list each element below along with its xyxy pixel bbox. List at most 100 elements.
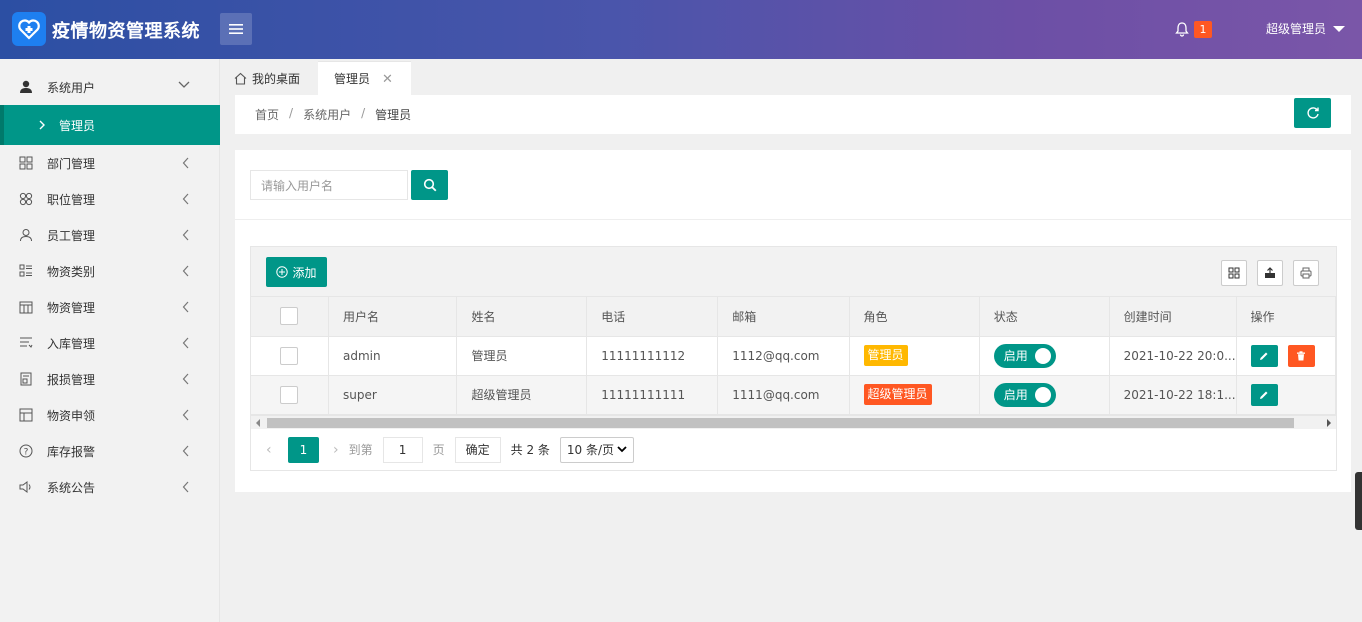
tab-admin-label: 管理员 [334,72,371,86]
list-icon [18,335,34,351]
side-drawer-handle[interactable] [1355,472,1362,530]
cell-created: 2021-10-22 20:0... [1109,336,1237,376]
bell-icon[interactable] [1174,21,1190,37]
chevron-down-icon [178,81,190,88]
document-icon [18,371,34,387]
sidebar-item-material-requests[interactable]: 物资申领 [0,397,220,433]
status-toggle[interactable]: 启用 [993,343,1056,368]
delete-button[interactable] [1287,344,1315,367]
chevron-left-icon [182,481,189,493]
sidebar-item-label: 物资类别 [47,264,96,279]
chevron-left-icon [182,445,189,457]
home-icon [234,72,247,85]
chevron-right-icon [39,120,45,130]
print-button[interactable] [1293,260,1319,286]
cell-phone: 11111111111 [586,375,719,415]
column-header[interactable]: 电话 [586,297,719,337]
row-checkbox[interactable] [280,346,299,365]
sidebar-item-positions[interactable]: 职位管理 [0,181,220,217]
sidebar-item-announcements[interactable]: 系统公告 [0,469,220,505]
toggle-knob [1034,347,1051,364]
user-menu[interactable]: 超级管理员 [1266,20,1346,37]
trash-icon [1297,350,1306,360]
sidebar-item-label: 部门管理 [47,156,96,171]
sidebar-item-employees[interactable]: 员工管理 [0,217,220,253]
next-page-icon[interactable]: › [333,442,339,458]
cell-role: 超级管理员 [849,375,980,415]
export-button[interactable] [1257,260,1283,286]
column-header[interactable]: 邮箱 [717,297,850,337]
column-header[interactable]: 状态 [979,297,1110,337]
goto-page-input[interactable]: 1 [382,436,423,463]
list-grid-icon [18,263,34,279]
user-table-container: 添加 用户名 姓名 电话 邮箱 角色 状态 创建时间 操作 admin 管理员 … [250,246,1337,471]
sidebar-item-materials[interactable]: 物资管理 [0,289,220,325]
sidebar-item-label: 系统公告 [47,480,96,495]
table-row: super 超级管理员 11111111111 1111@qq.com 超级管理… [251,375,1337,415]
current-page-button[interactable]: 1 [288,436,319,463]
refresh-button[interactable] [1294,98,1331,128]
role-badge: 超级管理员 [863,384,932,405]
sidebar-item-label: 员工管理 [47,228,96,243]
cell-name: 超级管理员 [456,375,588,415]
cell-role: 管理员 [849,336,980,376]
columns-filter-button[interactable] [1221,260,1247,286]
sidebar-item-material-categories[interactable]: 物资类别 [0,253,220,289]
cell-email: 1112@qq.com [717,336,850,376]
cell-username: super [328,375,458,415]
question-icon: ? [18,443,34,459]
scroll-right-arrow-icon[interactable] [1327,419,1331,427]
sidebar-item-label: 报损管理 [47,372,96,387]
chevron-left-icon [182,265,189,277]
sidebar-subitem-label: 管理员 [59,118,96,133]
scroll-thumb[interactable] [267,418,1294,428]
chevron-left-icon [182,409,189,421]
edit-button[interactable] [1250,344,1278,367]
sidebar-item-departments[interactable]: 部门管理 [0,145,220,181]
cell-status: 启用 [979,336,1110,376]
horizontal-scrollbar[interactable] [251,415,1336,429]
status-toggle[interactable]: 启用 [993,382,1056,407]
scroll-left-arrow-icon[interactable] [256,419,260,427]
add-button[interactable]: 添加 [266,257,327,287]
tab-home[interactable]: 我的桌面 [234,61,300,95]
chevron-left-icon [182,193,189,205]
person-icon [18,227,34,243]
add-circle-icon [276,266,289,278]
sidebar-subitem-admin[interactable]: 管理员 [0,105,220,145]
cell-username: admin [328,336,458,376]
breadcrumb-system-users[interactable]: 系统用户 [303,106,351,123]
sidebar-item-stock-in[interactable]: 入库管理 [0,325,220,361]
sidebar-item-system-users[interactable]: 系统用户 [0,69,220,105]
row-checkbox[interactable] [280,385,299,404]
search-input[interactable]: 请输入用户名 [250,170,408,200]
chevron-left-icon [182,301,189,313]
close-icon[interactable]: ✕ [382,72,393,87]
speaker-icon [18,479,34,495]
search-button[interactable] [411,170,448,200]
chevron-left-icon [182,229,189,241]
app-title: 疫情物资管理系统 [52,21,200,42]
select-all-cell [251,297,329,337]
edit-button[interactable] [1250,383,1278,406]
column-header[interactable]: 创建时间 [1109,297,1237,337]
page-size-select[interactable]: 10 条/页 [559,436,634,463]
sidebar-item-label: 职位管理 [47,192,96,207]
select-all-checkbox[interactable] [280,307,299,326]
column-header[interactable]: 角色 [849,297,980,337]
menu-toggle-button[interactable] [220,13,252,45]
tab-admin[interactable]: 管理员 ✕ [318,61,411,95]
pagination: ‹ 1 › 到第 1 页 确定 共 2 条 10 条/页 [251,429,1336,470]
clover-icon [18,191,34,207]
breadcrumb-separator: / [361,106,366,120]
prev-page-icon[interactable]: ‹ [266,442,280,458]
print-icon [1300,267,1312,279]
sidebar-item-damage-report[interactable]: 报损管理 [0,361,220,397]
column-header: 操作 [1236,297,1337,337]
sidebar-item-stock-alert[interactable]: ? 库存报警 [0,433,220,469]
goto-confirm-button[interactable]: 确定 [454,436,501,463]
column-header[interactable]: 用户名 [328,297,458,337]
breadcrumb-home[interactable]: 首页 [255,106,279,123]
column-header[interactable]: 姓名 [456,297,588,337]
tab-bar: 我的桌面 管理员 ✕ [220,59,1362,95]
